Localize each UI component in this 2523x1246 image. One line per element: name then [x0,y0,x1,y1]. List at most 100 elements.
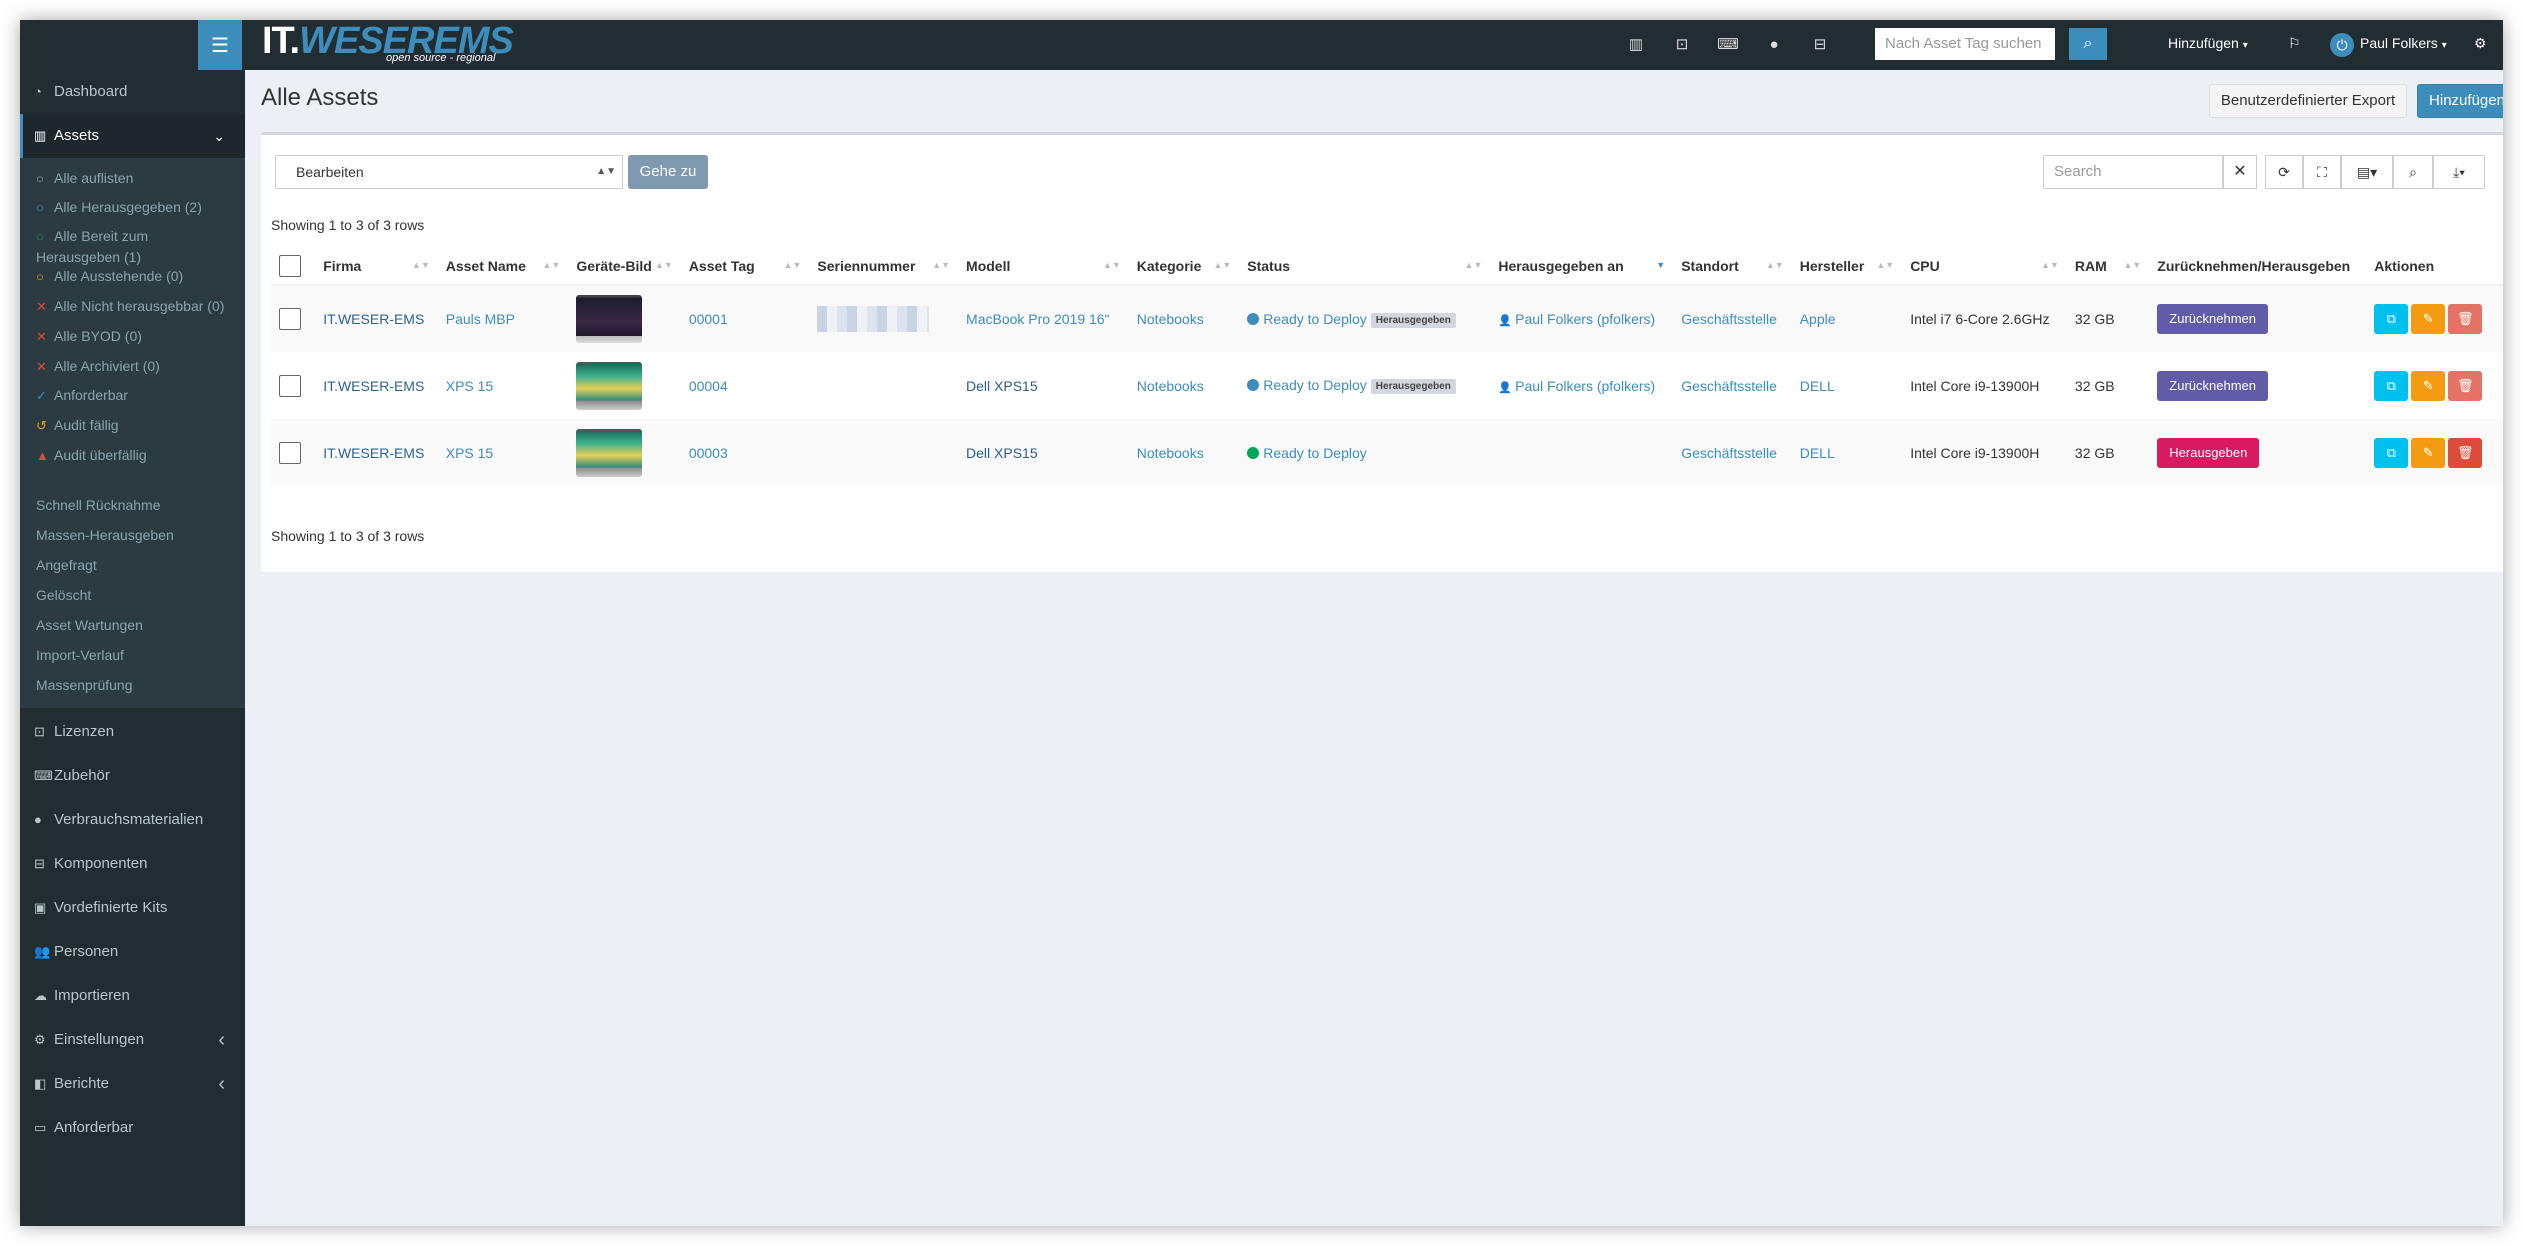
column-header[interactable]: Geräte-Bild ▲▼ [568,247,681,286]
sidebar-subitem-2[interactable]: ○ Alle Bereit zum Herausgeben (1) [36,226,148,267]
keyboard-icon[interactable]: ⌨ [1716,34,1740,56]
sidebar-subitem-0[interactable]: ○ Alle auflisten [36,168,133,189]
sidebar-toggle-button[interactable]: ☰ [198,20,242,70]
row-checkbox[interactable] [279,308,301,330]
row-checkbox[interactable] [279,374,301,397]
fullscreen-button[interactable]: ⛶ [2303,155,2341,189]
location-link[interactable]: Geschäftsstelle [1681,378,1777,394]
sidebar-item-3[interactable]: ⊟ Komponenten [20,842,245,886]
column-header[interactable]: Hersteller ▲▼ [1791,247,1903,286]
sidebar-link-1[interactable]: Massen-Herausgeben [36,525,174,545]
sidebar-item-9[interactable]: ▭ Anforderbar [20,1106,245,1150]
sidebar-item-6[interactable]: ☁ Importieren [20,974,245,1018]
assigned-user-link[interactable]: Paul Folkers (pfolkers) [1515,378,1655,394]
sidebar-link-6[interactable]: Massenprüfung [36,675,133,695]
sidebar-item-0[interactable]: ⊡ Lizenzen [20,710,245,754]
sidebar-link-3[interactable]: Gelöscht [36,585,91,605]
settings-cogs-icon[interactable]: ⚙ [2474,35,2487,52]
column-header[interactable]: Zurücknehmen/Herausgeben [2149,247,2367,286]
manufacturer-link[interactable]: DELL [1800,445,1835,461]
hdd-icon[interactable]: ⊟ [1808,34,1832,56]
edit-button[interactable]: ✎ [2411,304,2446,334]
checkout-button[interactable]: Herausgeben [2157,437,2260,468]
device-image[interactable] [576,295,643,343]
columns-button[interactable]: ▤▾ [2341,155,2393,189]
sidebar-item-7[interactable]: ⚙ Einstellungen ‹ [20,1018,245,1062]
sidebar-item-4[interactable]: ▣ Vordefinierte Kits [20,886,245,930]
category-link[interactable]: Notebooks [1137,445,1204,461]
sidebar-item-1[interactable]: ⌨Zubehör [20,754,245,798]
checkin-button[interactable]: Zurücknehmen [2157,370,2268,401]
sidebar-item-2[interactable]: ● Verbrauchsmaterialien [20,798,245,842]
asset-tag-search-input[interactable]: Nach Asset Tag suchen [1875,28,2055,60]
column-header[interactable]: Kategorie ▲▼ [1128,247,1240,286]
asset-name-link[interactable]: XPS 15 [446,445,493,461]
column-header[interactable]: Status ▲▼ [1239,247,1491,286]
sidebar-link-5[interactable]: Import-Verlauf [36,645,124,665]
company-link[interactable]: IT.WESER-EMS [323,311,424,327]
clone-button[interactable]: ⧉ [2374,437,2409,468]
checkin-button[interactable]: Zurücknehmen [2157,304,2268,334]
asset-tag-link[interactable]: 00003 [689,445,728,461]
sidebar-subitem-3[interactable]: ○ Alle Ausstehende (0) [36,266,183,287]
bulk-go-button[interactable]: Gehe zu [628,155,708,189]
sidebar-link-4[interactable]: Asset Wartungen [36,615,143,635]
location-link[interactable]: Geschäftsstelle [1681,445,1777,461]
model-link[interactable]: Dell XPS15 [966,378,1038,394]
company-link[interactable]: IT.WESER-EMS [323,445,424,461]
status-link[interactable]: Ready to Deploy [1263,377,1367,393]
flag-icon[interactable]: ⚐ [2288,35,2301,52]
column-header[interactable]: Asset Name ▲▼ [437,247,569,286]
sidebar-item-8[interactable]: ◧ Berichte ‹ [20,1062,245,1106]
device-image[interactable] [576,428,643,477]
sidebar-link-2[interactable]: Angefragt [36,555,97,575]
model-link[interactable]: Dell XPS15 [966,445,1038,461]
status-link[interactable]: Ready to Deploy [1263,311,1367,327]
assigned-user-link[interactable]: Paul Folkers (pfolkers) [1515,311,1655,327]
edit-button[interactable]: ✎ [2411,437,2446,468]
category-link[interactable]: Notebooks [1137,311,1204,327]
model-link[interactable]: MacBook Pro 2019 16" [966,311,1110,327]
column-header[interactable]: CPU ▲▼ [1902,247,2067,286]
delete-button[interactable]: 🗑 [2448,370,2483,401]
sidebar-item-5[interactable]: 👥 Personen [20,930,245,974]
status-link[interactable]: Ready to Deploy [1263,445,1367,461]
row-checkbox[interactable] [279,441,301,464]
clone-button[interactable]: ⧉ [2374,304,2409,334]
column-header[interactable]: Herausgegeben an ▼ [1490,247,1674,286]
license-icon[interactable]: ⊡ [1670,34,1694,56]
drop-icon[interactable]: ● [1762,34,1786,56]
user-menu[interactable]: Paul Folkers ▾ [2360,35,2447,51]
delete-button[interactable]: 🗑 [2448,437,2483,468]
column-header[interactable]: Seriennummer ▲▼ [809,247,959,286]
manufacturer-link[interactable]: DELL [1800,378,1835,394]
edit-button[interactable]: ✎ [2411,370,2446,401]
category-link[interactable]: Notebooks [1137,378,1204,394]
export-button[interactable]: ⤓▾ [2433,155,2485,189]
sidebar-subitem-4[interactable]: ✕ Alle Nicht herausgebbar (0) [36,296,224,317]
sidebar-item-assets[interactable]: ▥ Assets ⌄ [20,114,245,158]
sidebar-item-dashboard[interactable]: ◔ Dashboard [20,70,245,114]
custom-export-button[interactable]: Benutzerdefinierter Export [2209,84,2407,118]
column-header[interactable]: Asset Tag ▲▼ [680,247,810,286]
column-header[interactable]: RAM ▲▼ [2066,247,2150,286]
column-header[interactable]: Firma ▲▼ [315,247,438,286]
sidebar-link-0[interactable]: Schnell Rücknahme [36,495,161,515]
sidebar-subitem-5[interactable]: ✕ Alle BYOD (0) [36,326,142,347]
clear-search-button[interactable]: ✕ [2223,155,2257,189]
table-search-input[interactable]: Search [2043,155,2223,189]
clone-button[interactable]: ⧉ [2374,370,2409,401]
column-header[interactable]: Modell ▲▼ [958,247,1129,286]
delete-button[interactable]: 🗑 [2448,304,2483,334]
asset-tag-link[interactable]: 00004 [689,378,728,394]
bulk-action-select[interactable]: Bearbeiten ▲▼ [275,155,623,189]
search-button[interactable]: ⌕ [2069,28,2107,60]
company-link[interactable]: IT.WESER-EMS [323,378,424,394]
advanced-search-button[interactable]: ⌕ [2393,155,2433,189]
asset-name-link[interactable]: Pauls MBP [446,311,515,327]
sidebar-subitem-6[interactable]: ✕ Alle Archiviert (0) [36,356,160,377]
add-button[interactable]: Hinzufügen [2417,84,2503,118]
sidebar-subitem-1[interactable]: ○ Alle Herausgegeben (2) [36,197,202,218]
sidebar-subitem-9[interactable]: ▲ Audit überfällig [36,445,147,466]
asset-name-link[interactable]: XPS 15 [446,378,493,394]
